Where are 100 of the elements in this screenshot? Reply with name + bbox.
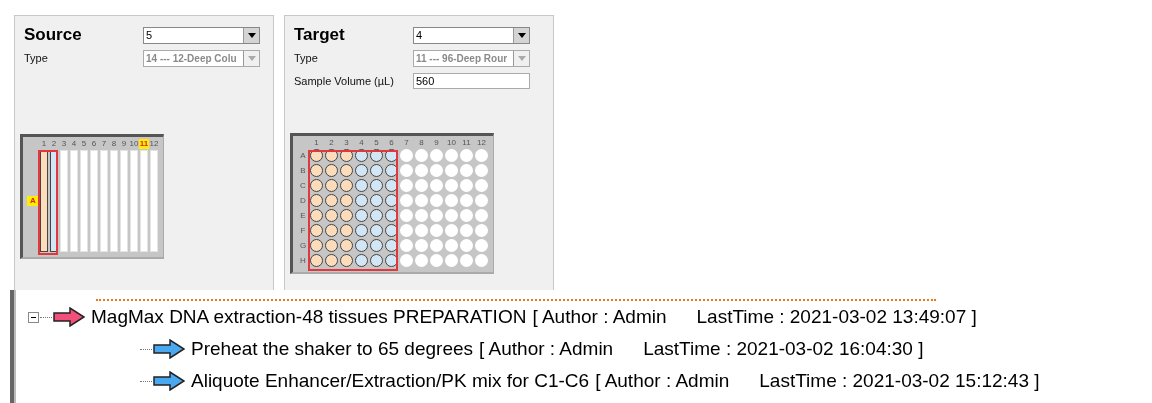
column-label: 6 <box>90 139 98 149</box>
well <box>400 164 413 177</box>
well <box>370 179 383 192</box>
row-label: B <box>299 165 307 176</box>
column-label: 1 <box>313 138 320 148</box>
collapse-icon[interactable] <box>28 311 39 323</box>
well <box>355 194 368 207</box>
column-label: 7 <box>100 139 108 149</box>
well <box>415 164 428 177</box>
well <box>400 209 413 222</box>
row-label: H <box>299 255 307 266</box>
well <box>325 179 338 192</box>
well <box>460 209 473 222</box>
column-label: 9 <box>433 138 440 148</box>
well <box>400 224 413 237</box>
volume-label: Sample Volume (µL) <box>294 75 395 87</box>
well <box>340 224 353 237</box>
column-label: 7 <box>403 138 410 148</box>
well <box>445 224 458 237</box>
well <box>355 239 368 252</box>
well <box>415 179 428 192</box>
well <box>475 239 488 252</box>
well <box>430 179 443 192</box>
well <box>415 239 428 252</box>
well <box>430 209 443 222</box>
well <box>430 224 443 237</box>
step-last-time: LastTime : 2021-03-02 13:49:07 ] <box>696 306 977 328</box>
column-label: 11 <box>461 138 472 148</box>
well <box>355 179 368 192</box>
column-label: 12 <box>476 138 487 148</box>
step-title[interactable]: Aliquote Enhancer/Extraction/PK mix for C1-C6 <box>191 370 590 392</box>
well <box>475 164 488 177</box>
column-label: 10 <box>129 139 139 149</box>
well <box>325 209 338 222</box>
well <box>460 164 473 177</box>
well <box>340 194 353 207</box>
column-label: 10 <box>446 138 457 148</box>
type-label: Type <box>294 52 319 64</box>
row-label: A <box>27 196 39 206</box>
column-label: 6 <box>388 138 395 148</box>
column-label: 2 <box>328 138 335 148</box>
column-label: 12 <box>149 139 159 149</box>
row-label: G <box>298 240 308 251</box>
well <box>445 209 458 222</box>
volume-field[interactable]: 560 <box>413 73 530 89</box>
row-label: F <box>299 225 307 236</box>
well <box>370 164 383 177</box>
well <box>310 194 323 207</box>
row-label: C <box>299 180 307 191</box>
well <box>325 164 338 177</box>
step-title[interactable]: MagMax DNA extraction-48 tissues PREPARATION <box>91 306 527 328</box>
step-author: [ Author : Admin <box>532 306 667 328</box>
well <box>340 239 353 252</box>
step-last-time: LastTime : 2021-03-02 16:04:30 ] <box>643 338 924 360</box>
type-label: Type <box>24 52 49 64</box>
well <box>430 239 443 252</box>
well <box>415 224 428 237</box>
well <box>400 179 413 192</box>
well <box>460 224 473 237</box>
caret-icon[interactable] <box>513 27 529 43</box>
plate-dropdown[interactable]: 4 <box>413 26 530 44</box>
well <box>460 239 473 252</box>
well <box>430 194 443 207</box>
well <box>475 194 488 207</box>
well <box>340 209 353 222</box>
well <box>445 179 458 192</box>
well <box>355 164 368 177</box>
panel-title: Target <box>294 25 346 45</box>
column-label: 8 <box>110 139 118 149</box>
row-label: D <box>299 195 307 206</box>
plate-dropdown[interactable]: 5 <box>143 26 260 44</box>
well <box>445 239 458 252</box>
step-last-time: LastTime : 2021-03-02 15:12:43 ] <box>759 370 1040 392</box>
well <box>475 224 488 237</box>
well <box>325 224 338 237</box>
column-label: 9 <box>120 139 128 149</box>
column-label: 3 <box>343 138 350 148</box>
column-label: 2 <box>50 139 58 149</box>
well <box>475 209 488 222</box>
well <box>340 164 353 177</box>
well <box>415 194 428 207</box>
well <box>460 194 473 207</box>
well <box>370 239 383 252</box>
well <box>310 179 323 192</box>
column-label: 4 <box>70 139 78 149</box>
well <box>355 224 368 237</box>
row-label: A <box>299 150 307 161</box>
row-label: E <box>299 210 307 221</box>
caret-icon[interactable] <box>243 27 259 43</box>
well <box>400 194 413 207</box>
column-label: 5 <box>373 138 380 148</box>
well <box>310 209 323 222</box>
well <box>445 194 458 207</box>
well <box>325 239 338 252</box>
well <box>460 179 473 192</box>
step-author: [ Author : Admin <box>479 338 614 360</box>
column-label: 1 <box>40 139 48 149</box>
well <box>400 239 413 252</box>
step-title[interactable]: Preheat the shaker to 65 degrees <box>191 338 474 360</box>
well <box>310 224 323 237</box>
